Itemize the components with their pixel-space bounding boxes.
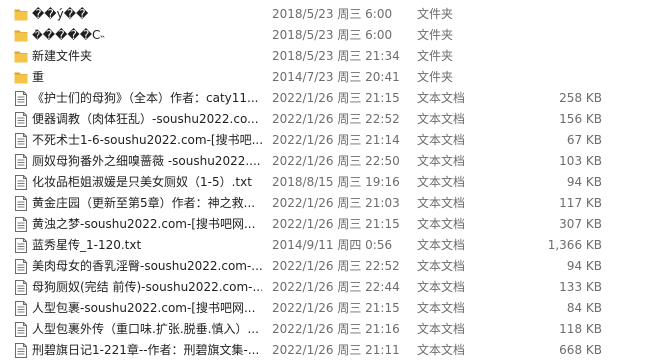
file-name: 便器调教（肉体狂乱）-soushu2022.co... (32, 112, 259, 126)
file-name: 美肉母女的香乳淫臀-soushu2022.com-... (32, 259, 262, 273)
file-size: 133 KB (559, 280, 602, 294)
date-modified: 2014/9/11 周四 0:56 (272, 238, 393, 252)
file-size: 94 KB (566, 259, 602, 273)
folder-row[interactable]: 新建文件夹 2018/5/23 周三 21:34 文件夹 (0, 46, 668, 67)
file-type: 文本文档 (417, 112, 466, 126)
file-type: 文本文档 (417, 280, 466, 294)
file-row[interactable]: 人型包裹外传（重口味.扩张.脱垂.慎入）... 2022/1/26 周三 21:1… (0, 319, 668, 340)
file-row[interactable]: 美肉母女的香乳淫臀-soushu2022.com-... 2022/1/26 周三… (0, 256, 668, 277)
file-row[interactable]: 黄金庄园（更新至第5章）作者：神之救... 2022/1/26 周三 21:03 文… (0, 193, 668, 214)
text-file-icon (14, 91, 28, 106)
file-type: 文本文档 (417, 238, 466, 252)
file-type: 文本文档 (417, 196, 466, 210)
date-modified: 2022/1/26 周三 21:15 (272, 217, 400, 231)
file-type: 文本文档 (417, 217, 466, 231)
file-size: 258 KB (559, 91, 602, 105)
file-type: 文本文档 (417, 259, 466, 273)
file-type: 文本文档 (417, 301, 466, 315)
file-name: 母狗厕奴(完结 前传)-soushu2022.com-... (32, 280, 262, 294)
folder-row[interactable]: ��ý�� 2018/5/23 周三 6:00 文件夹 (0, 4, 668, 25)
date-modified: 2022/1/26 周三 21:14 (272, 133, 400, 147)
text-file-icon (14, 133, 28, 148)
file-size: 118 KB (559, 322, 602, 336)
file-name: 不死术士1-6-soushu2022.com-[搜书吧... (32, 133, 262, 147)
date-modified: 2022/1/26 周三 22:44 (272, 280, 400, 294)
text-file-icon (14, 259, 28, 274)
file-list: ��ý�� 2018/5/23 周三 6:00 文件夹 �ܳ����С˵ 2018/5/… (0, 0, 668, 360)
date-modified: 2022/1/26 周三 21:15 (272, 301, 400, 315)
file-name: 蓝秀星传_1-120.txt (32, 238, 142, 252)
file-type: 文本文档 (417, 343, 466, 357)
file-type: 文件夹 (417, 7, 454, 21)
file-row[interactable]: 不死术士1-6-soushu2022.com-[搜书吧... 2022/1/26 … (0, 130, 668, 151)
date-modified: 2018/8/15 周三 19:16 (272, 175, 400, 189)
folder-icon (14, 70, 28, 85)
file-name: 化妆品柜姐淑媛是只美女厕奴（1-5）.txt (32, 175, 252, 189)
file-row[interactable]: 《护士们的母狗》（全本）作者：caty11... 2022/1/26 周三 21:… (0, 88, 668, 109)
file-size: 103 KB (559, 154, 602, 168)
file-size: 117 KB (559, 196, 602, 210)
date-modified: 2022/1/26 周三 22:52 (272, 112, 400, 126)
date-modified: 2014/7/23 周三 20:41 (272, 70, 400, 84)
text-file-icon (14, 343, 28, 358)
folder-icon (14, 7, 28, 22)
date-modified: 2022/1/26 周三 21:03 (272, 196, 400, 210)
file-type: 文本文档 (417, 322, 466, 336)
file-name: 黄金庄园（更新至第5章）作者：神之救... (32, 196, 256, 210)
file-type: 文本文档 (417, 154, 466, 168)
file-name: �ܳ����С˵ (32, 28, 105, 42)
file-row[interactable]: 厕奴母狗番外之细嗅蔷薇 -soushu2022.... 2022/1/26 周三 … (0, 151, 668, 172)
file-name: 黄浊之梦-soushu2022.com-[搜书吧网... (32, 217, 256, 231)
text-file-icon (14, 238, 28, 253)
file-type: 文本文档 (417, 91, 466, 105)
file-size: 668 KB (559, 343, 602, 357)
file-type: 文件夹 (417, 49, 454, 63)
file-type: 文件夹 (417, 70, 454, 84)
file-name: 人型包裹-soushu2022.com-[搜书吧网... (32, 301, 256, 315)
date-modified: 2018/5/23 周三 21:34 (272, 49, 400, 63)
file-type: 文本文档 (417, 133, 466, 147)
file-size: 67 KB (566, 133, 602, 147)
date-modified: 2018/5/23 周三 6:00 (272, 7, 393, 21)
folder-row[interactable]: 重 2014/7/23 周三 20:41 文件夹 (0, 67, 668, 88)
text-file-icon (14, 280, 28, 295)
file-row[interactable]: 便器调教（肉体狂乱）-soushu2022.co... 2022/1/26 周三 … (0, 109, 668, 130)
date-modified: 2022/1/26 周三 22:52 (272, 259, 400, 273)
file-name: 重 (32, 70, 45, 84)
file-name: 新建文件夹 (32, 49, 93, 63)
folder-icon (14, 49, 28, 64)
file-row[interactable]: 蓝秀星传_1-120.txt 2014/9/11 周四 0:56 文本文档 1,366… (0, 235, 668, 256)
file-row[interactable]: 母狗厕奴(完结 前传)-soushu2022.com-... 2022/1/26 … (0, 277, 668, 298)
date-modified: 2022/1/26 周三 22:50 (272, 154, 400, 168)
file-type: 文本文档 (417, 175, 466, 189)
text-file-icon (14, 196, 28, 211)
file-size: 1,366 KB (547, 238, 602, 252)
text-file-icon (14, 154, 28, 169)
date-modified: 2022/1/26 周三 21:11 (272, 343, 400, 357)
file-type: 文件夹 (417, 28, 454, 42)
date-modified: 2022/1/26 周三 21:16 (272, 322, 400, 336)
file-size: 84 KB (566, 301, 602, 315)
text-file-icon (14, 112, 28, 127)
file-size: 307 KB (559, 217, 602, 231)
date-modified: 2022/1/26 周三 21:15 (272, 91, 400, 105)
file-name: 人型包裹外传（重口味.扩张.脱垂.慎入）... (32, 322, 259, 336)
text-file-icon (14, 322, 28, 337)
file-name: ��ý�� (32, 7, 89, 21)
file-name: 《护士们的母狗》（全本）作者：caty11... (32, 91, 259, 105)
file-name: 厕奴母狗番外之细嗅蔷薇 -soushu2022.... (32, 154, 261, 168)
file-row[interactable]: 刑碧旗日记1-221章--作者：刑碧旗文集-... 2022/1/26 周三 21… (0, 340, 668, 361)
text-file-icon (14, 301, 28, 316)
file-row[interactable]: 化妆品柜姐淑媛是只美女厕奴（1-5）.txt 2018/8/15 周三 19:16… (0, 172, 668, 193)
text-file-icon (14, 175, 28, 190)
text-file-icon (14, 217, 28, 232)
file-size: 156 KB (559, 112, 602, 126)
file-row[interactable]: 人型包裹-soushu2022.com-[搜书吧网... 2022/1/26 周三… (0, 298, 668, 319)
file-name: 刑碧旗日记1-221章--作者：刑碧旗文集-... (32, 343, 260, 357)
folder-icon (14, 28, 28, 43)
file-size: 94 KB (566, 175, 602, 189)
date-modified: 2018/5/23 周三 6:00 (272, 28, 393, 42)
folder-row[interactable]: �ܳ����С˵ 2018/5/23 周三 6:00 文件夹 (0, 25, 668, 46)
file-row[interactable]: 黄浊之梦-soushu2022.com-[搜书吧网... 2022/1/26 周三… (0, 214, 668, 235)
